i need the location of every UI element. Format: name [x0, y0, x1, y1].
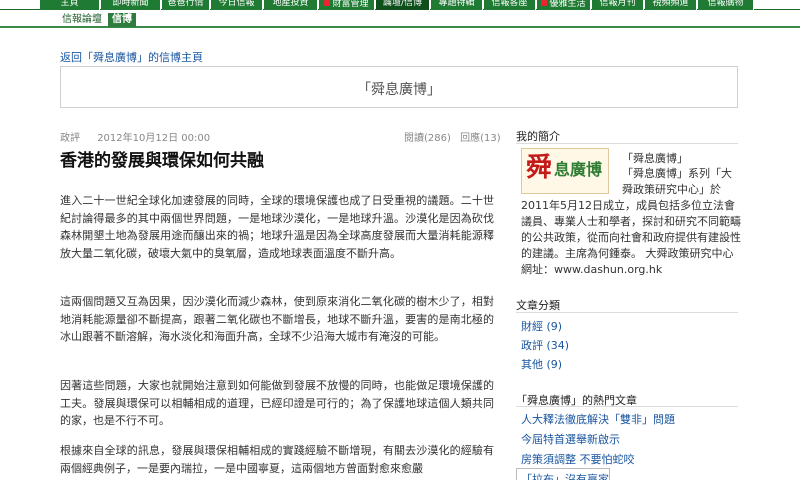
- nav-tab-label: 地產投資: [272, 0, 309, 8]
- category-link-politics[interactable]: 政評 (34): [521, 337, 569, 353]
- divider: [516, 143, 738, 144]
- nav-tab-label: 論壇/信博: [382, 0, 423, 8]
- nav-tab-market[interactable]: 爸爸行情: [162, 0, 210, 10]
- category-link-other[interactable]: 其他 (9): [521, 356, 562, 372]
- blog-banner: 「舜息廣博」: [60, 66, 738, 108]
- new-badge-icon: [541, 0, 548, 6]
- nav-tab-lifestyle[interactable]: 優雅生活: [537, 0, 591, 10]
- nav-tab-shop[interactable]: 信報購物: [698, 0, 754, 10]
- nav-tab-news[interactable]: 即時新聞: [101, 0, 161, 10]
- nav-tab-label: 即時新聞: [112, 0, 149, 8]
- sub-tab-forum[interactable]: 信報論壇: [58, 13, 106, 27]
- divider: [516, 406, 738, 407]
- profile-heading: 我的簡介: [516, 130, 560, 143]
- nav-tab-forum[interactable]: 論壇/信博: [376, 0, 430, 10]
- back-to-blog-home-link[interactable]: 返回「舜息廣博」的信博主頁: [60, 49, 203, 65]
- reply-count-link[interactable]: 回應(13): [460, 133, 501, 144]
- nav-tab-label: 信報客座: [491, 0, 528, 8]
- nav-tab-home[interactable]: 主頁: [40, 0, 100, 10]
- logo-mark: 舜: [526, 153, 553, 183]
- article-title: 香港的發展與環保如何共融: [60, 151, 264, 171]
- nav-tab-label: 優雅生活: [549, 0, 586, 9]
- nav-tab-label: 主頁: [60, 0, 79, 8]
- article-meta: 政評 2012年10月12日 00:00: [60, 129, 210, 144]
- nav-tab-label: 信報購物: [707, 0, 744, 8]
- nav-tab-label: 爸爸行情: [167, 0, 204, 8]
- sub-nav: 信報論壇 信博: [0, 12, 800, 28]
- view-count: 閱讀(286): [404, 133, 451, 144]
- category-link-finance[interactable]: 財經 (9): [521, 318, 562, 334]
- nav-tab-guest[interactable]: 信報客座: [484, 0, 536, 10]
- profile-intro: 「舜息廣博」系列「大舜政策研究中心」於: [622, 167, 732, 196]
- article-counts: 閱讀(286) 回應(13): [404, 129, 501, 144]
- categories-heading: 文章分類: [516, 299, 560, 312]
- top-nav: 主頁 即時新聞 爸爸行情 今日信報 地產投資 財富管理 論壇/信博 專題特輯 信…: [0, 0, 800, 10]
- nav-tab-label: 今日信報: [218, 0, 255, 8]
- hot-article-link[interactable]: 今屆特首選舉新啟示: [521, 431, 620, 447]
- nav-tab-wealth[interactable]: 財富管理: [319, 0, 375, 10]
- nav-tab-label: 視頻頻道: [652, 0, 689, 8]
- profile-description: 2011年5月12日成立，成員包括多位立法會議員、專業人士和學者，探討和研究不同…: [521, 199, 741, 276]
- blog-logo: 舜 息廣博: [521, 148, 609, 194]
- nav-tab-label: 專題特輯: [438, 0, 475, 8]
- hot-article-link[interactable]: 人大釋法徹底解決「雙非」問題: [521, 411, 675, 427]
- article-paragraph: 這兩個問題又互為因果，因沙漠化而減少森林，使到原來消化二氧化碳的樹木少了，相對地…: [60, 295, 494, 343]
- profile-name: 「舜息廣博」: [622, 152, 688, 165]
- hot-article-link[interactable]: 「拉布」沒有贏家: [516, 468, 610, 480]
- article-author[interactable]: 政評: [60, 133, 80, 144]
- hot-article-link[interactable]: 房策須調整 不要怕蛇咬: [521, 451, 635, 467]
- article-date: 2012年10月12日 00:00: [97, 133, 211, 144]
- new-badge-icon: [324, 0, 331, 6]
- nav-tab-label: 信報月刊: [599, 0, 636, 8]
- nav-tab-today[interactable]: 今日信報: [211, 0, 263, 10]
- article-paragraph: 因著這些問題，大家也就開始注意到如何能做到發展不放慢的同時，也能做足環境保護的工…: [60, 379, 494, 427]
- logo-text: 息廣博: [554, 160, 603, 179]
- article-paragraph: 根據來自全球的訊息，發展與環保相輔相成的實踐經驗不斷增現，有關去沙漠化的經驗有兩…: [60, 444, 494, 475]
- sub-tab-blog[interactable]: 信博: [108, 13, 136, 27]
- divider: [516, 312, 738, 313]
- nav-tab-monthly[interactable]: 信報月刊: [592, 0, 644, 10]
- nav-tab-property[interactable]: 地產投資: [264, 0, 318, 10]
- nav-tab-video[interactable]: 視頻頻道: [645, 0, 697, 10]
- banner-title: 「舜息廣博」: [357, 82, 441, 98]
- article-paragraph: 進入二十一世紀全球化加速發展的同時，全球的環境保護也成了日受重視的議題。二十世紀…: [60, 194, 494, 260]
- nav-tab-label: 財富管理: [332, 0, 369, 9]
- nav-tab-special[interactable]: 專題特輯: [431, 0, 483, 10]
